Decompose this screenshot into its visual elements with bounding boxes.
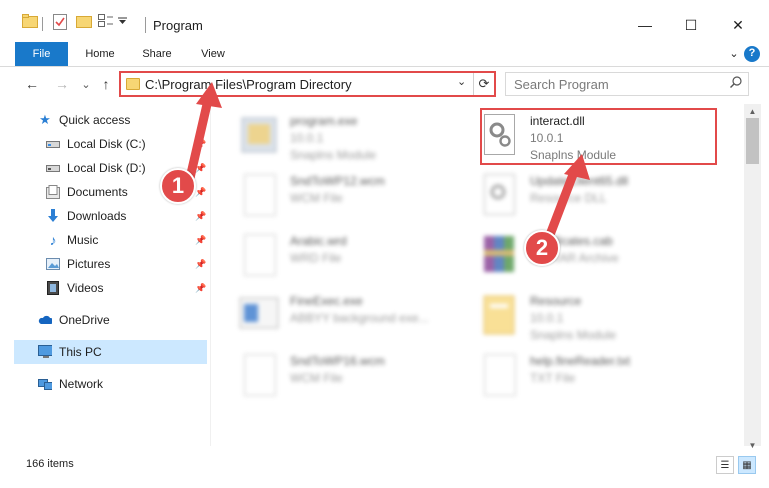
arrow-2 — [543, 154, 590, 245]
annotation-badge-1: 1 — [160, 168, 196, 204]
annotation-arrows — [185, 82, 590, 245]
annotation-badge-2: 2 — [524, 230, 560, 266]
arrow-1 — [185, 82, 222, 183]
